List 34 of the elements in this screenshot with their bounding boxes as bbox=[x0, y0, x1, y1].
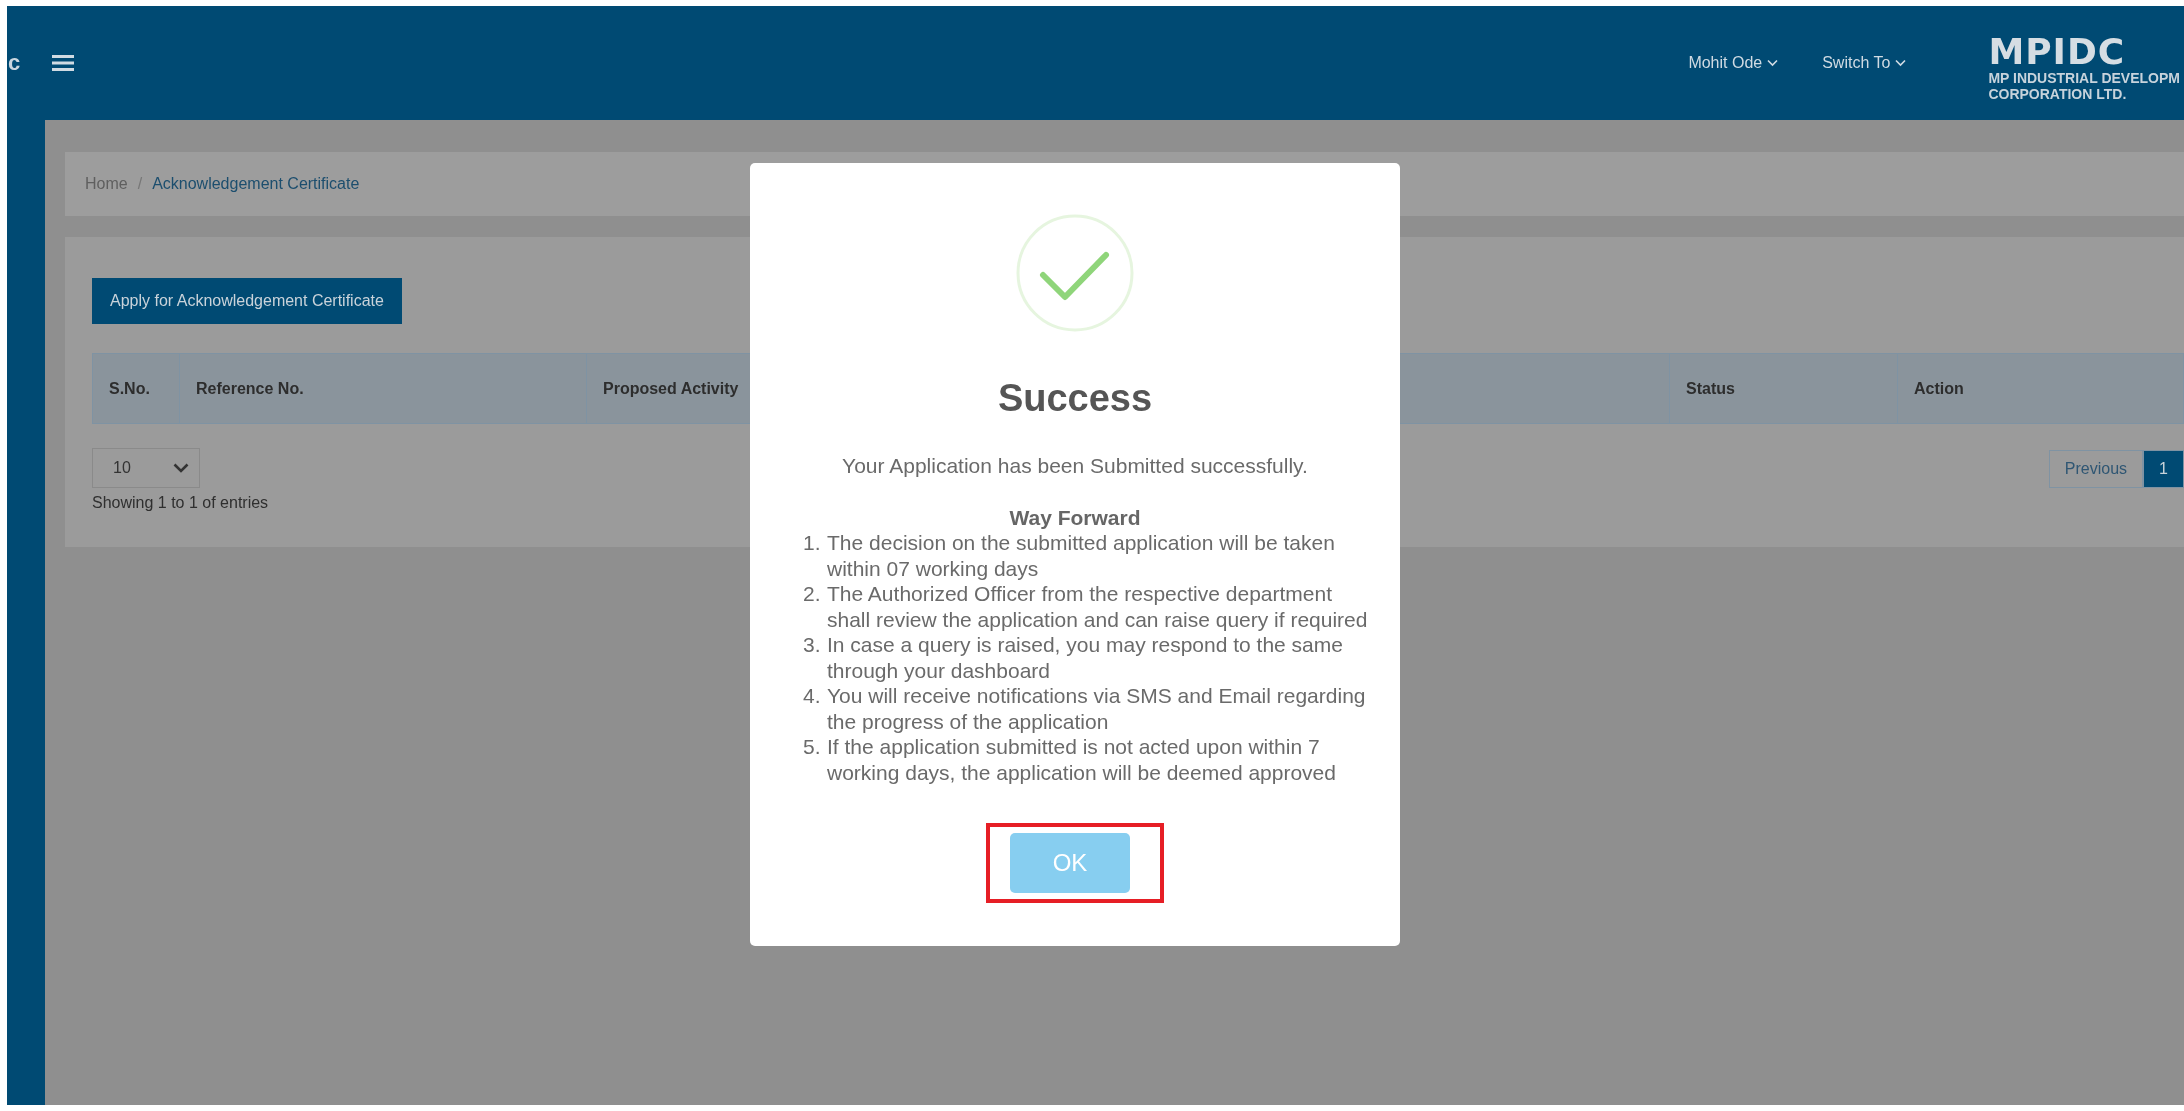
breadcrumb-link[interactable]: Home bbox=[85, 175, 128, 193]
dialog-title: Success bbox=[997, 377, 1153, 420]
page-size-select[interactable]: 10 bbox=[92, 448, 200, 488]
dialog-subtitle: Way Forward bbox=[1009, 506, 1141, 530]
step-number: 5. bbox=[803, 734, 822, 760]
column-header: S.No. bbox=[108, 378, 151, 399]
user-menu[interactable]: Switch To bbox=[1822, 54, 1907, 72]
step-item: In case a query is raised, you may respond to the same through your dashboard bbox=[827, 632, 1344, 683]
step-number: 4. bbox=[803, 683, 822, 709]
pagination-button[interactable]: Previous bbox=[2048, 450, 2144, 488]
logo: MPIDC MP INDUSTRIAL DEVELOPM CORPORATION LTD. bbox=[1988, 29, 2180, 103]
step-number: 3. bbox=[803, 632, 822, 658]
step-item: You will receive notifications via SMS and Email regarding the progress of the application bbox=[827, 683, 1367, 734]
breadcrumb-separator: / bbox=[137, 175, 143, 193]
column-header: Status bbox=[1669, 354, 1897, 423]
apply-button[interactable]: Apply for Acknowledgement Certificate bbox=[92, 278, 402, 324]
breadcrumb-link[interactable]: Acknowledgement Certificate bbox=[152, 175, 360, 193]
entries-info: Showing 1 to 1 of entries bbox=[92, 494, 269, 512]
check-circle-icon bbox=[1015, 213, 1135, 333]
pagination-button[interactable]: 1 bbox=[2143, 450, 2184, 488]
step-item: If the application submitted is not acted upon within 7 working days, the application will be deemed approved bbox=[827, 734, 1337, 785]
menu-icon[interactable] bbox=[52, 54, 75, 72]
column-header: Reference No. bbox=[179, 354, 586, 423]
step-item: The decision on the submitted application will be taken within 07 working days bbox=[827, 530, 1336, 581]
step-number: 2. bbox=[803, 581, 822, 607]
step-number: 1. bbox=[803, 530, 822, 556]
chevron-down-icon bbox=[1895, 59, 1907, 67]
step-item: The Authorized Officer from the respective department shall review the application and can raise query if required bbox=[827, 581, 1368, 632]
dialog-message: Your Application has been Submitted successfully. bbox=[842, 454, 1308, 478]
chevron-down-icon bbox=[173, 463, 189, 473]
chevron-down-icon bbox=[1767, 59, 1779, 67]
column-header: Action bbox=[1897, 354, 2183, 423]
user-menu[interactable]: Mohit Ode bbox=[1688, 54, 1779, 72]
cut-off-text: c bbox=[8, 50, 21, 76]
